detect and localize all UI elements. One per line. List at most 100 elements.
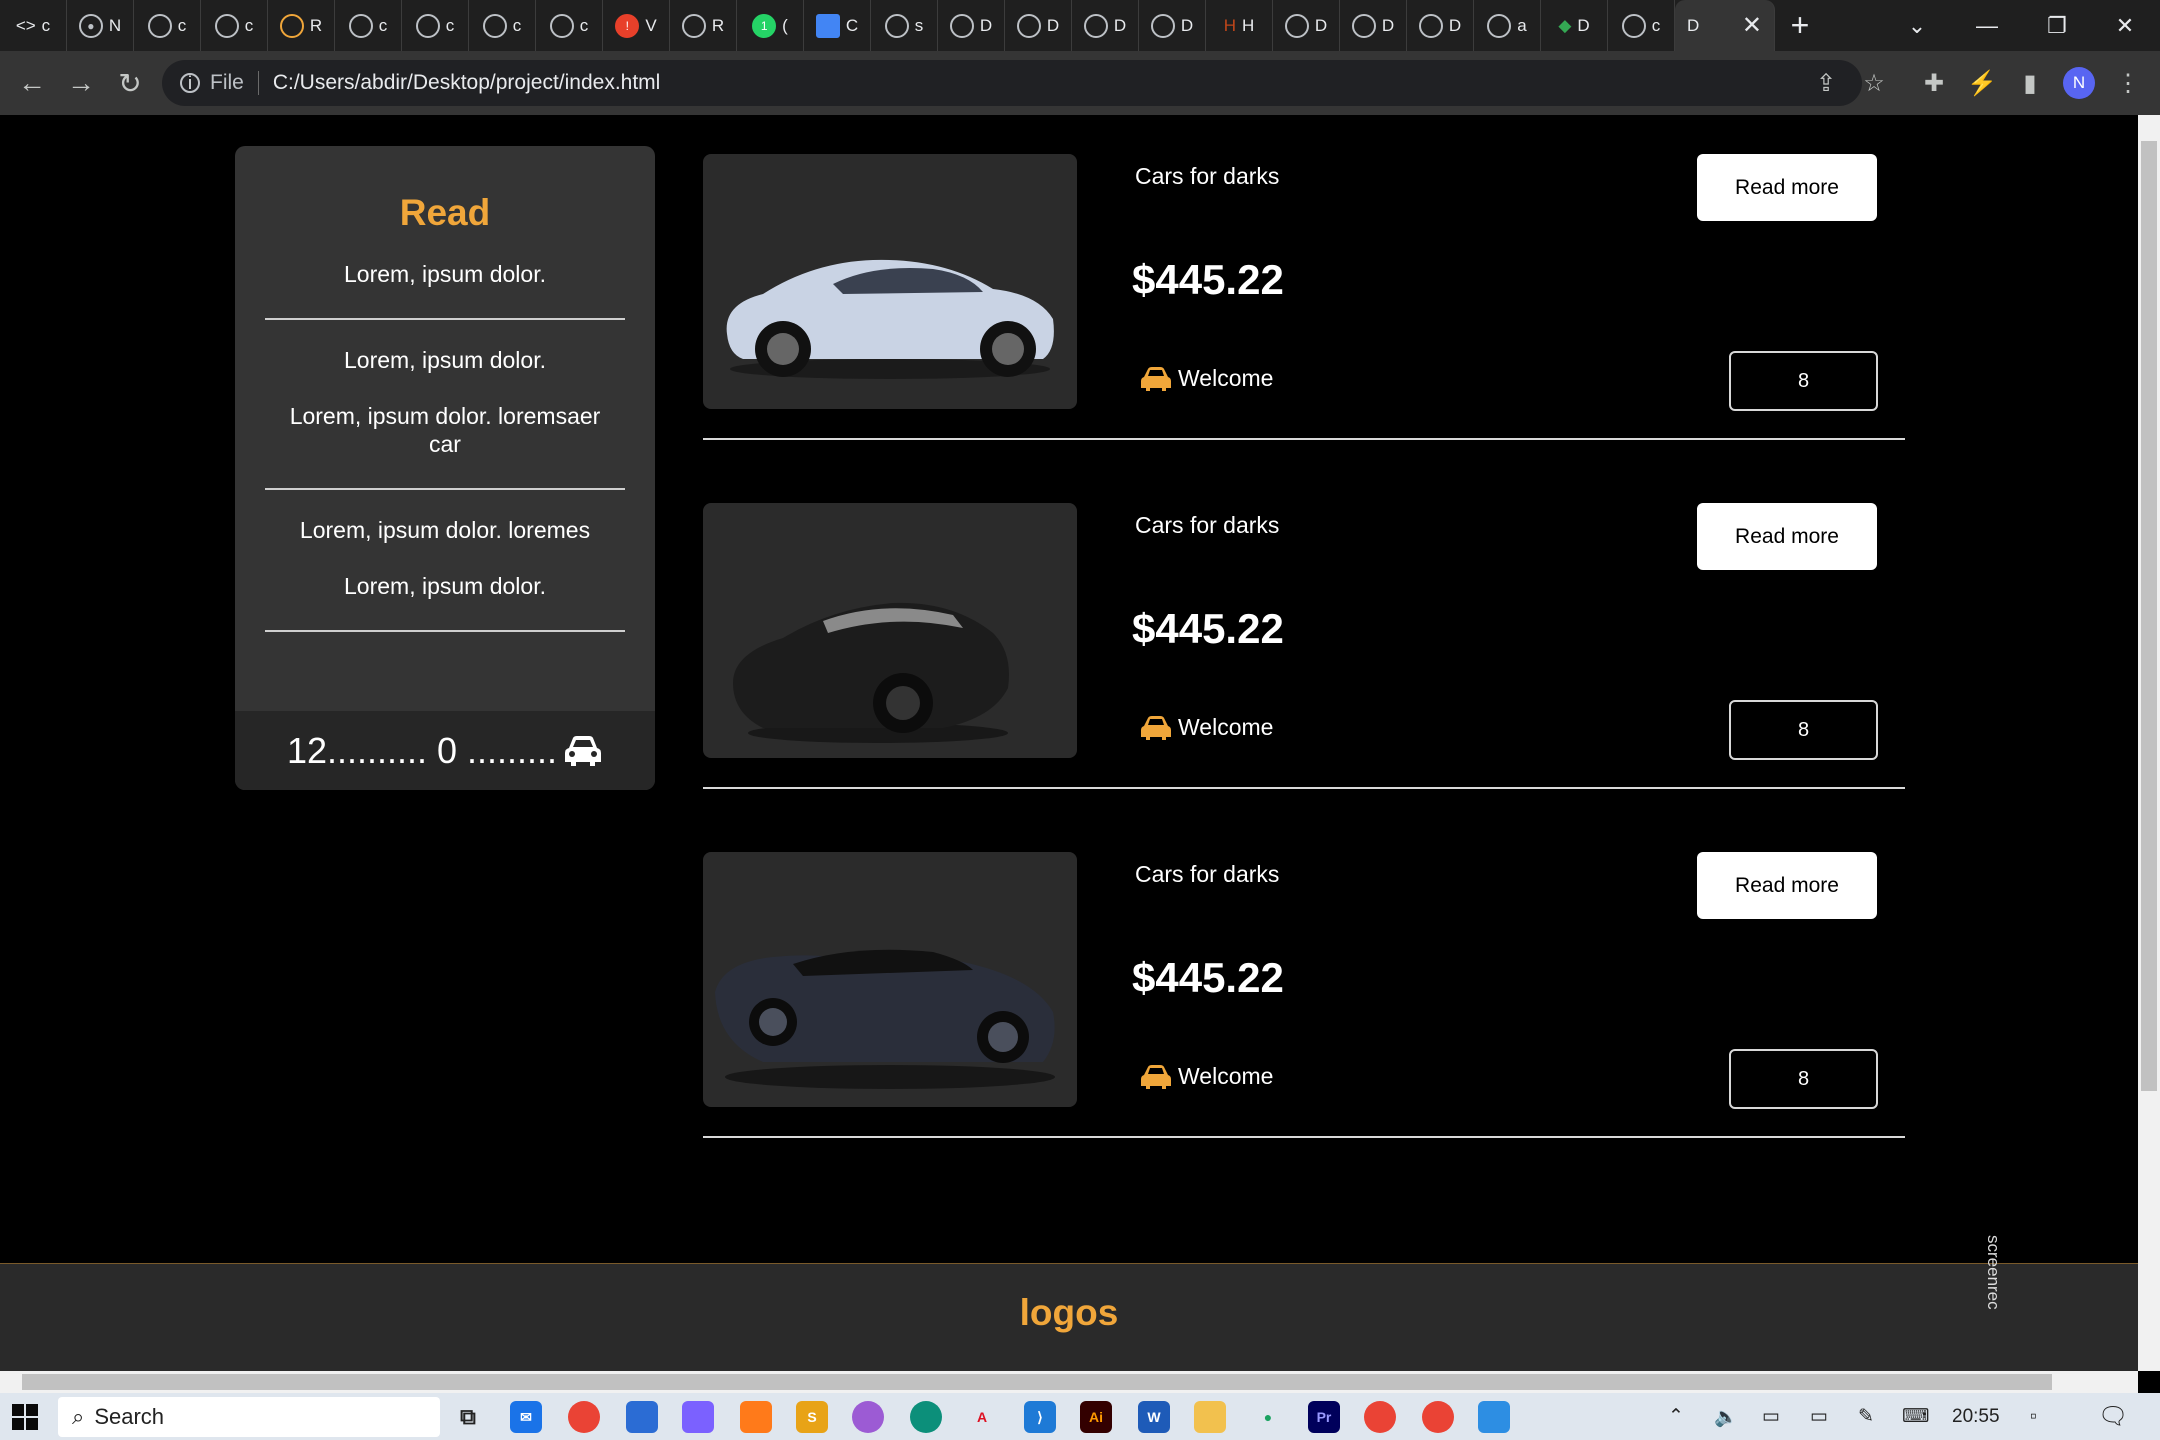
count-box[interactable]: 8: [1729, 700, 1878, 760]
page-footer: logos: [0, 1263, 2138, 1371]
acrobat-icon[interactable]: A: [966, 1401, 998, 1433]
app-icon[interactable]: [740, 1401, 772, 1433]
tab[interactable]: c: [1608, 0, 1675, 51]
app-icon[interactable]: [852, 1401, 884, 1433]
back-arrow-icon[interactable]: ←: [8, 59, 56, 107]
tab[interactable]: c: [536, 0, 603, 51]
performance-icon[interactable]: ⚡: [1958, 51, 2006, 115]
chrome-icon[interactable]: [568, 1401, 600, 1433]
card-divider: [703, 438, 1905, 440]
display-icon[interactable]: ▭: [1762, 1393, 1780, 1440]
globe-icon: [415, 13, 440, 38]
bookmark-star-icon[interactable]: ☆: [1850, 51, 1898, 115]
windows-start-icon[interactable]: [12, 1404, 38, 1430]
battery-icon[interactable]: ▭: [1810, 1393, 1828, 1440]
count-box[interactable]: 8: [1729, 1049, 1878, 1109]
app-icon[interactable]: [682, 1401, 714, 1433]
read-more-button[interactable]: Read more: [1697, 852, 1877, 919]
tab[interactable]: ● N: [67, 0, 134, 51]
keyboard-icon[interactable]: ⌨: [1902, 1393, 1929, 1440]
task-view-icon[interactable]: ⧉: [452, 1401, 484, 1433]
scrollbar-thumb[interactable]: [22, 1374, 2052, 1390]
store-icon[interactable]: [626, 1401, 658, 1433]
notifications-icon[interactable]: 🗨: [2098, 1393, 2128, 1440]
tab[interactable]: ! V: [603, 0, 670, 51]
tab[interactable]: c: [402, 0, 469, 51]
info-icon[interactable]: i: [180, 73, 200, 93]
maps-pin-icon: ◆: [1558, 15, 1572, 35]
url-text[interactable]: C:/Users/abdir/Desktop/project/index.htm…: [273, 71, 661, 95]
tray-chevron-icon[interactable]: ⌃: [1668, 1393, 1684, 1440]
card-divider: [703, 1136, 1905, 1138]
tab[interactable]: D: [1340, 0, 1407, 51]
sublime-icon[interactable]: S: [796, 1401, 828, 1433]
tab[interactable]: R: [670, 0, 737, 51]
chrome-icon[interactable]: [1364, 1401, 1396, 1433]
horizontal-scrollbar[interactable]: [0, 1371, 2138, 1393]
tab[interactable]: D: [1273, 0, 1340, 51]
word-icon[interactable]: W: [1138, 1401, 1170, 1433]
tab[interactable]: D: [1072, 0, 1139, 51]
new-tab-button[interactable]: +: [1775, 0, 1825, 51]
tab[interactable]: c: [201, 0, 268, 51]
globe-icon: [549, 13, 574, 38]
tab-search-icon[interactable]: ⌄: [1882, 0, 1952, 51]
photos-icon[interactable]: [1478, 1401, 1510, 1433]
premiere-icon[interactable]: Pr: [1308, 1401, 1340, 1433]
globe-icon: [1621, 13, 1646, 38]
taskbar-search[interactable]: ⌕ Search: [58, 1397, 440, 1437]
reload-icon[interactable]: ↻: [106, 59, 154, 107]
read-more-button[interactable]: Read more: [1697, 154, 1877, 221]
tab[interactable]: HH: [1206, 0, 1273, 51]
file-explorer-icon[interactable]: [1194, 1401, 1226, 1433]
volume-icon[interactable]: 🔈: [1714, 1393, 1738, 1440]
tab[interactable]: ◆ D: [1541, 0, 1608, 51]
illustrator-icon[interactable]: Ai: [1080, 1401, 1112, 1433]
tab[interactable]: c: [134, 0, 201, 51]
hacker-icon: H: [1223, 15, 1236, 35]
car-image: [703, 154, 1077, 409]
layers-icon: [681, 13, 706, 38]
sidebar-heading: Read: [399, 192, 491, 233]
tab[interactable]: c: [335, 0, 402, 51]
mongodb-icon[interactable]: ●: [1252, 1401, 1284, 1433]
tab[interactable]: D: [1407, 0, 1474, 51]
vertical-scrollbar[interactable]: [2138, 115, 2160, 1371]
count-box[interactable]: 8: [1729, 351, 1878, 411]
tab[interactable]: D: [1005, 0, 1072, 51]
car-image: [703, 852, 1077, 1107]
globe-icon: [348, 13, 373, 38]
minimize-button[interactable]: —: [1952, 0, 2022, 51]
profile-avatar[interactable]: N: [2055, 51, 2103, 115]
vscode-icon[interactable]: ⟩: [1024, 1401, 1056, 1433]
tab[interactable]: D: [1139, 0, 1206, 51]
tab[interactable]: C: [804, 0, 871, 51]
divider: [265, 318, 625, 320]
chrome-icon[interactable]: [1422, 1401, 1454, 1433]
card-divider: [703, 787, 1905, 789]
read-more-button[interactable]: Read more: [1697, 503, 1877, 570]
mail-icon[interactable]: ✉: [510, 1401, 542, 1433]
tab[interactable]: R: [268, 0, 335, 51]
close-tab-icon[interactable]: ✕: [1742, 11, 1762, 40]
scrollbar-thumb[interactable]: [2141, 141, 2157, 1091]
edge-icon[interactable]: [910, 1401, 942, 1433]
menu-kebab-icon[interactable]: ⋮: [2104, 51, 2152, 115]
restore-button[interactable]: ❐: [2022, 0, 2092, 51]
tab[interactable]: a: [1474, 0, 1541, 51]
side-panel-icon[interactable]: ▮: [2006, 51, 2054, 115]
tab[interactable]: <> c: [0, 0, 67, 51]
close-window-button[interactable]: ✕: [2090, 0, 2160, 51]
share-icon[interactable]: ⇪: [1802, 51, 1850, 115]
address-bar[interactable]: i File C:/Users/abdir/Desktop/project/in…: [162, 60, 1862, 106]
meet-now-icon[interactable]: ▫: [2030, 1393, 2037, 1440]
tab[interactable]: D: [938, 0, 1005, 51]
extensions-icon[interactable]: ✚: [1910, 51, 1958, 115]
tab[interactable]: c: [469, 0, 536, 51]
tab-active[interactable]: D ✕: [1675, 0, 1775, 51]
tab[interactable]: s: [871, 0, 938, 51]
clock[interactable]: 20:55: [1952, 1393, 2000, 1440]
pen-icon[interactable]: ✎: [1858, 1393, 1874, 1440]
tab[interactable]: 1(: [737, 0, 804, 51]
forward-arrow-icon[interactable]: →: [57, 59, 105, 107]
